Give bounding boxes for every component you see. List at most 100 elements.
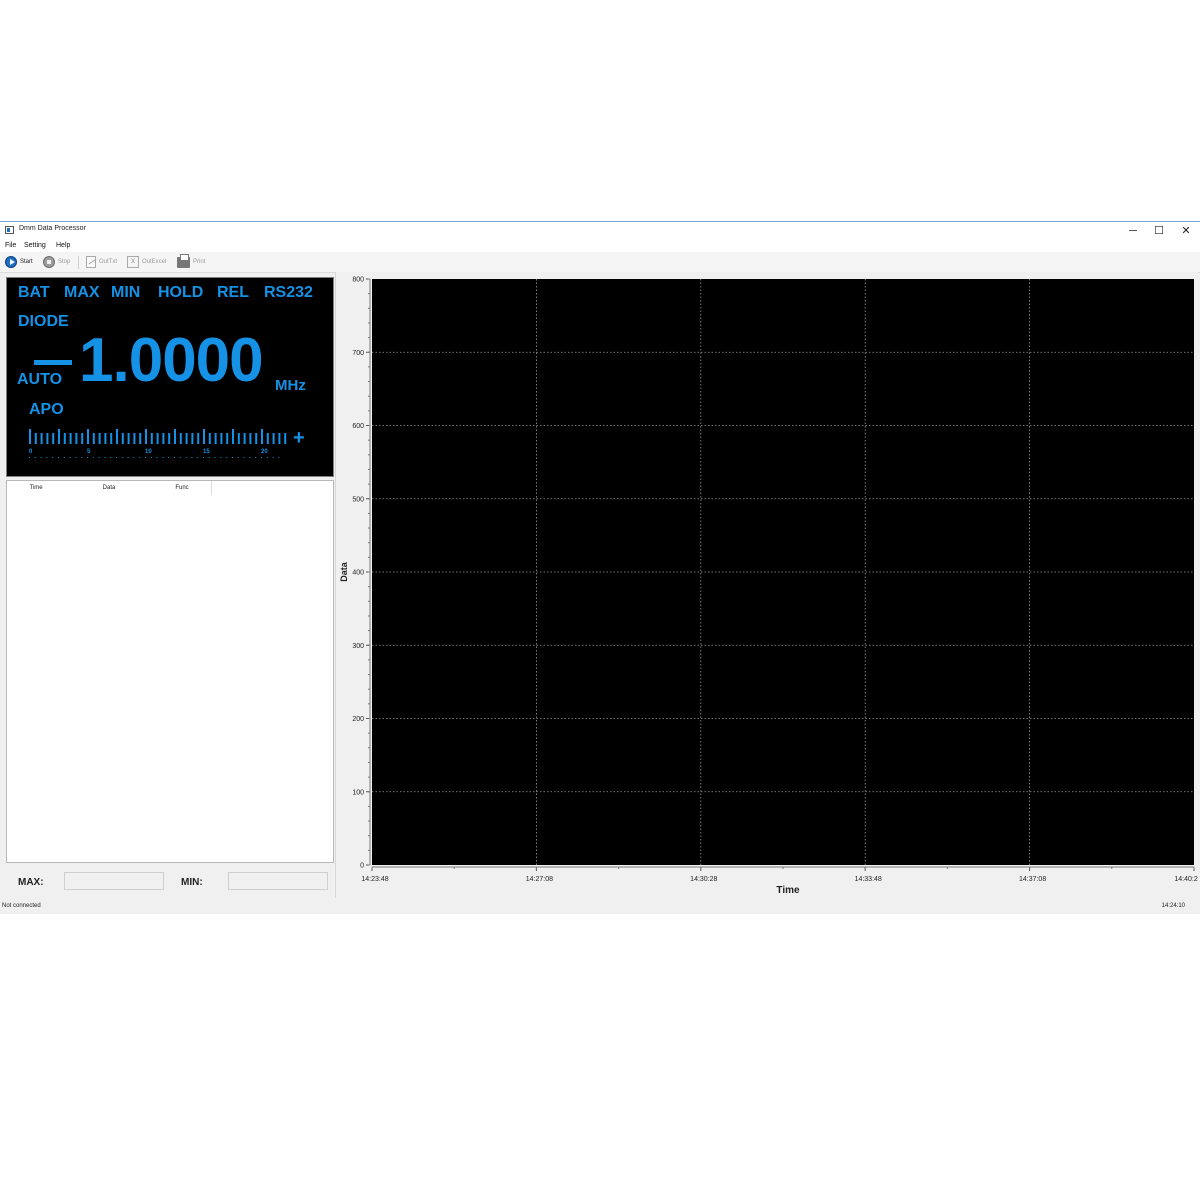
bargraph-segment bbox=[226, 433, 229, 444]
bargraph-dot bbox=[127, 457, 129, 458]
menu-setting[interactable]: Setting bbox=[24, 242, 46, 249]
bargraph-segment bbox=[81, 433, 84, 444]
data-chart[interactable]: 0 100 200 300 400 500 600 700 800 14:23:48 14:27:0… bbox=[336, 272, 1200, 898]
menu-bar: File Setting Help bbox=[0, 240, 1200, 252]
excel-icon bbox=[127, 256, 139, 268]
toolbar-divider bbox=[78, 256, 79, 269]
close-button[interactable]: ✕ bbox=[1173, 222, 1199, 240]
bargraph-dot bbox=[232, 457, 233, 458]
bargraph-segment bbox=[58, 429, 60, 444]
chart-panel: 0 100 200 300 400 500 600 700 800 14:23:48 14:27:0… bbox=[336, 272, 1200, 898]
stop-icon bbox=[43, 256, 55, 268]
bargraph-segment bbox=[63, 433, 66, 444]
indicator-bat: BAT bbox=[18, 284, 50, 301]
bargraph-segment bbox=[168, 433, 171, 444]
minus-sign bbox=[34, 360, 72, 365]
column-header-time[interactable]: Time bbox=[7, 481, 66, 495]
bargraph-dot bbox=[179, 457, 181, 458]
bargraph-segment bbox=[40, 433, 43, 444]
y-tick-label: 800 bbox=[352, 277, 364, 284]
x-tick-label: 14:40:28 bbox=[1174, 876, 1198, 883]
bargraph-segment bbox=[110, 433, 113, 444]
y-tick-label: 700 bbox=[352, 350, 364, 357]
column-header-data[interactable]: Data bbox=[65, 481, 154, 495]
bargraph-segment bbox=[121, 433, 124, 444]
out-excel-button[interactable]: OutExcel bbox=[127, 255, 166, 269]
bargraph-segment bbox=[75, 433, 78, 444]
bargraph-segment bbox=[139, 433, 142, 444]
indicator-hold: HOLD bbox=[158, 284, 204, 301]
bargraph-segment bbox=[150, 433, 153, 444]
bargraph-dot bbox=[121, 457, 123, 458]
bargraph-dot bbox=[145, 457, 146, 458]
column-header-func[interactable]: Func bbox=[153, 481, 212, 495]
bargraph-dot bbox=[203, 457, 204, 458]
bargraph-segment bbox=[29, 429, 31, 444]
bargraph: +0 5 10 15 20 bbox=[29, 428, 305, 458]
bargraph-dot bbox=[139, 457, 141, 458]
bargraph-dot bbox=[63, 457, 65, 458]
bargraph-segment bbox=[87, 429, 89, 444]
y-tick-label: 100 bbox=[352, 789, 364, 796]
bargraph-dot bbox=[133, 457, 135, 458]
bargraph-segment bbox=[284, 433, 287, 444]
bargraph-dot bbox=[81, 457, 83, 458]
bargraph-dot bbox=[261, 457, 262, 458]
stop-button[interactable]: Stop bbox=[43, 255, 70, 269]
bargraph-dot bbox=[110, 457, 112, 458]
bargraph-dot bbox=[220, 457, 222, 458]
menu-help[interactable]: Help bbox=[56, 242, 70, 249]
toolbar: Start Stop OutTxt OutExcel Print bbox=[0, 252, 1200, 273]
start-button[interactable]: Start bbox=[5, 255, 33, 269]
out-txt-button[interactable]: OutTxt bbox=[86, 255, 117, 269]
bargraph-segment bbox=[127, 433, 130, 444]
maximize-button[interactable]: ☐ bbox=[1146, 222, 1172, 240]
bargraph-dot bbox=[191, 457, 193, 458]
window-title: Dmm Data Processor bbox=[19, 225, 86, 232]
bargraph-dot bbox=[40, 457, 42, 458]
indicator-diode: DIODE bbox=[18, 313, 69, 330]
bargraph-segment bbox=[34, 433, 37, 444]
bargraph-segment bbox=[255, 433, 258, 444]
bargraph-dot bbox=[69, 457, 71, 458]
x-axis-title: Time bbox=[776, 885, 800, 896]
bargraph-segment bbox=[156, 433, 159, 444]
bargraph-dot bbox=[75, 457, 77, 458]
bargraph-dot bbox=[46, 457, 48, 458]
bargraph-segment bbox=[179, 433, 182, 444]
bargraph-segment bbox=[214, 433, 217, 444]
max-label: MAX: bbox=[18, 877, 44, 888]
data-table[interactable]: Time Data Func bbox=[6, 480, 334, 863]
bargraph-segment bbox=[104, 433, 107, 444]
max-field bbox=[64, 872, 164, 890]
bargraph-scale-label: 20 bbox=[261, 449, 268, 455]
bargraph-dot bbox=[29, 457, 30, 458]
x-tick-label: 14:33:48 bbox=[855, 876, 882, 883]
bargraph-dot bbox=[92, 457, 94, 458]
x-tick-label: 14:27:08 bbox=[526, 876, 553, 883]
status-clock: 14:24:10 bbox=[1161, 903, 1185, 909]
bargraph-dot bbox=[150, 457, 152, 458]
out-excel-label: OutExcel bbox=[142, 259, 167, 265]
bargraph-dot bbox=[255, 457, 257, 458]
y-tick-label: 200 bbox=[352, 716, 364, 723]
bargraph-scale-label: 0 bbox=[29, 449, 33, 455]
bargraph-segment bbox=[145, 429, 147, 444]
stop-label: Stop bbox=[58, 259, 71, 265]
bargraph-segment bbox=[162, 433, 165, 444]
menu-file[interactable]: File bbox=[5, 242, 16, 249]
bargraph-segment bbox=[266, 433, 269, 444]
indicator-max: MAX bbox=[64, 284, 100, 301]
bargraph-segment bbox=[243, 433, 246, 444]
bargraph-dot bbox=[266, 457, 268, 458]
bargraph-dot bbox=[34, 457, 36, 458]
y-tick-label: 500 bbox=[352, 496, 364, 503]
bargraph-dot bbox=[168, 457, 170, 458]
bargraph-scale-label: 5 bbox=[87, 449, 91, 455]
print-button[interactable]: Print bbox=[177, 253, 205, 269]
minimize-button[interactable]: ─ bbox=[1120, 222, 1146, 240]
bargraph-dot bbox=[237, 457, 239, 458]
indicator-min: MIN bbox=[111, 284, 141, 301]
bargraph-segment bbox=[203, 429, 205, 444]
bargraph-dot bbox=[156, 457, 158, 458]
